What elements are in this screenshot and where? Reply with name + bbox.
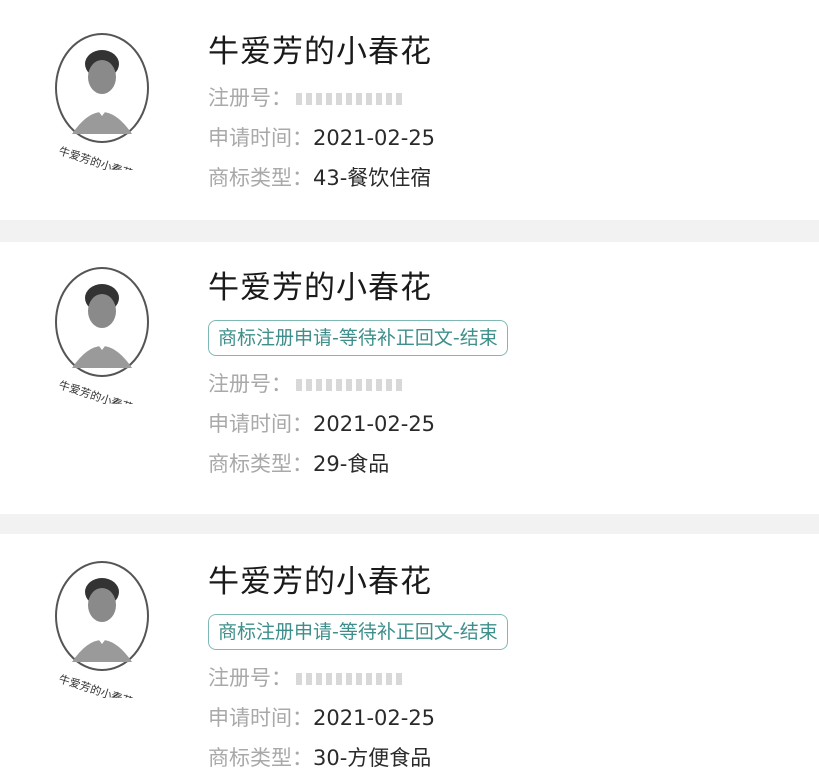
svg-text:牛爱芳的小春花: 牛爱芳的小春花 (57, 378, 135, 404)
trademark-card[interactable]: 牛爱芳的小春花 牛爱芳的小春花 注册号： 申请时间：2021-02-25 商标类… (0, 0, 819, 220)
trademark-type-label: 商标类型： (208, 166, 313, 190)
trademark-card[interactable]: 牛爱芳的小春花 牛爱芳的小春花 商标注册申请-等待补正回文-结束 注册号： 申请… (0, 534, 819, 782)
registration-number-row: 注册号： (208, 658, 508, 698)
registration-number-redacted (296, 673, 406, 685)
trademark-card[interactable]: 牛爱芳的小春花 牛爱芳的小春花 商标注册申请-等待补正回文-结束 注册号： 申请… (0, 242, 819, 514)
registration-number-label: 注册号： (208, 666, 292, 690)
apply-date-value: 2021-02-25 (313, 126, 436, 150)
status-badge: 商标注册申请-等待补正回文-结束 (208, 614, 508, 650)
trademark-type-row: 商标类型：43-餐饮住宿 (208, 158, 435, 198)
registration-number-label: 注册号： (208, 86, 292, 110)
trademark-result-list: 牛爱芳的小春花 牛爱芳的小春花 注册号： 申请时间：2021-02-25 商标类… (0, 0, 819, 782)
apply-date-label: 申请时间： (208, 412, 313, 436)
trademark-type-value: 29-食品 (313, 452, 390, 476)
trademark-type-label: 商标类型： (208, 746, 313, 770)
apply-date-row: 申请时间：2021-02-25 (208, 404, 508, 444)
trademark-logo-icon: 牛爱芳的小春花 (55, 561, 149, 698)
trademark-type-value: 43-餐饮住宿 (313, 166, 432, 190)
trademark-type-value: 30-方便食品 (313, 746, 432, 770)
trademark-name: 牛爱芳的小春花 (208, 34, 432, 70)
trademark-logo-icon: 牛爱芳的小春花 (55, 267, 149, 404)
trademark-logo-icon: 牛爱芳的小春花 (55, 33, 149, 170)
trademark-name: 牛爱芳的小春花 (208, 270, 432, 306)
trademark-type-row: 商标类型：30-方便食品 (208, 738, 508, 778)
apply-date-label: 申请时间： (208, 706, 313, 730)
trademark-type-label: 商标类型： (208, 452, 313, 476)
registration-number-label: 注册号： (208, 372, 292, 396)
apply-date-label: 申请时间： (208, 126, 313, 150)
registration-number-redacted (296, 93, 406, 105)
svg-text:牛爱芳的小春花: 牛爱芳的小春花 (57, 672, 135, 698)
status-badge: 商标注册申请-等待补正回文-结束 (208, 320, 508, 356)
registration-number-row: 注册号： (208, 78, 435, 118)
trademark-type-row: 商标类型：29-食品 (208, 444, 508, 484)
registration-number-row: 注册号： (208, 364, 508, 404)
apply-date-value: 2021-02-25 (313, 706, 436, 730)
apply-date-value: 2021-02-25 (313, 412, 436, 436)
apply-date-row: 申请时间：2021-02-25 (208, 698, 508, 738)
apply-date-row: 申请时间：2021-02-25 (208, 118, 435, 158)
registration-number-redacted (296, 379, 406, 391)
trademark-name: 牛爱芳的小春花 (208, 564, 432, 600)
svg-text:牛爱芳的小春花: 牛爱芳的小春花 (57, 144, 135, 170)
